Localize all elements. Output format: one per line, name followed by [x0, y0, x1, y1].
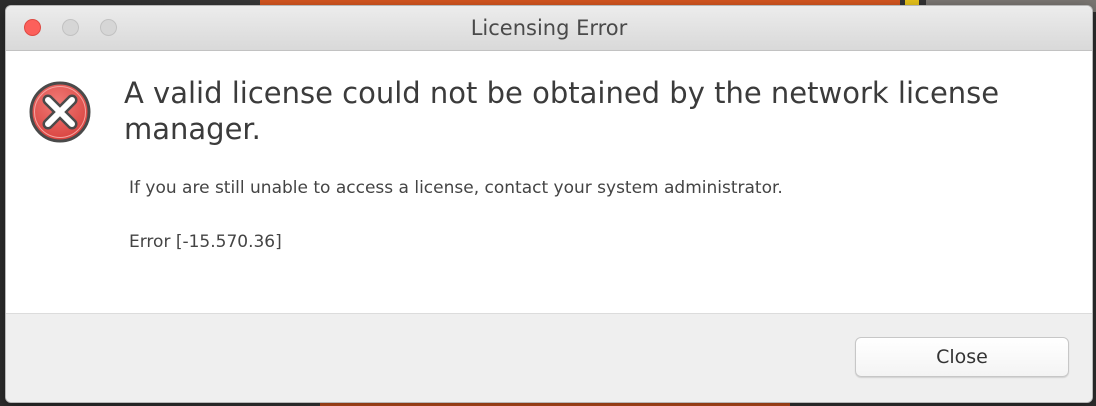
error-headline: A valid license could not be obtained by… — [124, 76, 1000, 146]
licensing-error-dialog: Licensing Error A valid license could no… — [6, 6, 1092, 402]
error-message: If you are still unable to access a lice… — [129, 178, 783, 198]
error-code: Error [-15.570.36] — [129, 232, 282, 252]
title-bar[interactable]: Licensing Error — [6, 6, 1092, 51]
error-x-icon — [29, 81, 91, 143]
close-button[interactable]: Close — [855, 337, 1069, 377]
dialog-footer: Close — [6, 313, 1092, 402]
dialog-body: A valid license could not be obtained by… — [6, 51, 1092, 313]
window-title: Licensing Error — [470, 16, 628, 40]
